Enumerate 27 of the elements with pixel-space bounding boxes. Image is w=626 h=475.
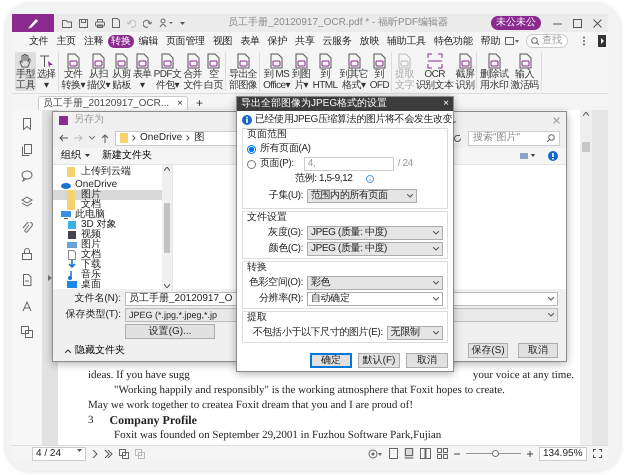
section-number: 3 [88, 413, 94, 428]
group-label: 转换 [247, 262, 268, 274]
group-label: 页面范围 [247, 129, 288, 141]
radio-label: 页面(P): [260, 158, 294, 170]
body-text: your voice at any time. [472, 368, 574, 383]
field-label: 文件名(N): [73, 293, 121, 305]
body-text: "Working happily and responsibly" is the working atmosphere that Foxit hopes to create. [114, 383, 505, 398]
field-label: 子集(U): [268, 190, 303, 202]
dialog-title: 导出全部图像为JPEG格式的设置 [241, 98, 388, 110]
info-text: 已经使用JPEG压缩算法的图片将不会发生改变。 [255, 114, 462, 126]
dialog-title: 另存为 [74, 114, 104, 126]
body-text: Foxit was founded on September 29,2001 in Fuzhou Software Park,Fujian [114, 428, 442, 443]
field-label: 分辨率(R): [258, 293, 303, 305]
example-text: 范例: 1,5-9,12 [295, 173, 352, 185]
field-label: 不包括小于以下尺寸的图片(E): [252, 327, 383, 339]
body-text: May we work together to createa Foxit dream that you and I are proud of! [88, 398, 413, 413]
body-text: ideas. If you have sugg [88, 368, 190, 383]
section-heading: Company Profile [110, 413, 197, 428]
field-label: 色彩空间(O): [248, 277, 303, 289]
field-label: 保存类型(T): [65, 309, 121, 321]
radio-label: 所有页面(A) [260, 143, 311, 155]
field-label: 灰度(G): [267, 227, 303, 239]
page-total: / 24 [398, 158, 413, 170]
field-label: 颜色(C): [268, 243, 303, 255]
group-label: 提取 [247, 312, 268, 324]
group-label: 文件设置 [247, 212, 288, 224]
window-title: 员工手册_20120917_OCR.pdf * - 福昕PDF编辑器 [226, 17, 450, 29]
